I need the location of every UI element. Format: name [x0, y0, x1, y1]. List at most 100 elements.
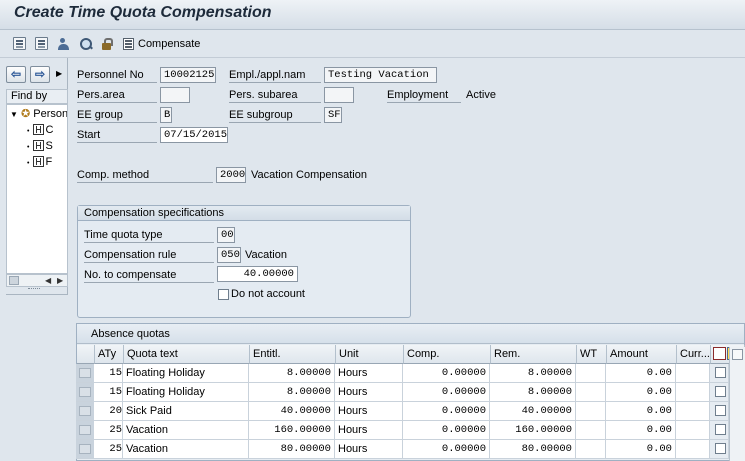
- comp-method-field[interactable]: 2000: [216, 167, 246, 183]
- row-selector-button[interactable]: [79, 444, 91, 454]
- column-header-wt[interactable]: WT: [577, 345, 607, 364]
- cell-unit[interactable]: Hours: [335, 383, 403, 402]
- row-selector[interactable]: [76, 440, 95, 459]
- menu-triangle-icon[interactable]: ▶: [56, 69, 62, 78]
- cell-unit[interactable]: Hours: [335, 440, 403, 459]
- start-date-field[interactable]: 07/15/2015: [160, 127, 228, 143]
- compensate-button[interactable]: Compensate: [123, 35, 200, 53]
- column-header-unit[interactable]: Unit: [336, 345, 404, 364]
- cell-amount[interactable]: 0.00: [606, 383, 676, 402]
- empl-name-field[interactable]: Testing Vacation: [324, 67, 437, 83]
- cell-quota-text[interactable]: Floating Holiday: [123, 383, 249, 402]
- pers-area-field[interactable]: [160, 87, 190, 103]
- cell-wt[interactable]: [576, 440, 606, 459]
- tree-horizontal-scrollbar[interactable]: ◀ ▶: [6, 274, 68, 287]
- cell-rem[interactable]: 160.00000: [490, 421, 576, 440]
- tree-node-s[interactable]: • S: [27, 139, 53, 153]
- tree-node-c[interactable]: • C: [27, 123, 53, 137]
- select-all-column[interactable]: [77, 345, 95, 364]
- cell-quota-text[interactable]: Floating Holiday: [123, 364, 249, 383]
- row-checkbox[interactable]: [715, 443, 726, 454]
- cell-rem[interactable]: 8.00000: [490, 364, 576, 383]
- cell-wt[interactable]: [576, 383, 606, 402]
- tree-node-f[interactable]: • F: [27, 155, 52, 169]
- row-selector[interactable]: [76, 402, 95, 421]
- column-header-curr[interactable]: Curr...: [677, 345, 711, 364]
- cell-curr[interactable]: [676, 402, 710, 421]
- tree-node-person[interactable]: ▼ ✪ Person: [10, 107, 67, 121]
- no-to-compensate-input[interactable]: 40.00000: [217, 266, 298, 282]
- cell-rem[interactable]: 80.00000: [490, 440, 576, 459]
- scroll-up-button[interactable]: [732, 349, 743, 360]
- person-icon[interactable]: [57, 37, 70, 50]
- row-selector-button[interactable]: [79, 406, 91, 416]
- row-checkbox[interactable]: [715, 386, 726, 397]
- time-quota-type-field[interactable]: 00: [217, 227, 235, 243]
- scroll-right-icon[interactable]: ▶: [57, 275, 63, 286]
- column-header-quota-text[interactable]: Quota text: [124, 345, 250, 364]
- cell-wt[interactable]: [576, 364, 606, 383]
- column-header-aty[interactable]: ATy: [95, 345, 124, 364]
- cell-amount[interactable]: 0.00: [606, 440, 676, 459]
- row-selector-button[interactable]: [79, 387, 91, 397]
- scroll-thumb[interactable]: [9, 276, 19, 285]
- forward-arrow-icon[interactable]: ⇨: [30, 66, 50, 83]
- scroll-left-icon[interactable]: ◀: [45, 275, 51, 286]
- cell-comp[interactable]: 0.00000: [403, 402, 490, 421]
- cell-comp[interactable]: 0.00000: [403, 383, 490, 402]
- search-icon[interactable]: [79, 37, 92, 50]
- do-not-account-checkbox[interactable]: [218, 289, 229, 300]
- row-selector[interactable]: [76, 364, 95, 383]
- row-selector[interactable]: [76, 421, 95, 440]
- cell-aty[interactable]: 15: [94, 364, 123, 383]
- cell-curr[interactable]: [676, 421, 710, 440]
- row-checkbox[interactable]: [715, 424, 726, 435]
- row-selector-button[interactable]: [79, 425, 91, 435]
- pers-subarea-field[interactable]: [324, 87, 354, 103]
- cell-comp[interactable]: 0.00000: [403, 440, 490, 459]
- cell-aty[interactable]: 15: [94, 383, 123, 402]
- table-vertical-scrollbar[interactable]: [729, 347, 745, 461]
- cell-entitl[interactable]: 80.00000: [249, 440, 335, 459]
- row-selector-button[interactable]: [79, 368, 91, 378]
- cell-entitl[interactable]: 40.00000: [249, 402, 335, 421]
- cell-entitl[interactable]: 8.00000: [249, 364, 335, 383]
- cell-curr[interactable]: [676, 440, 710, 459]
- cell-quota-text[interactable]: Vacation: [123, 421, 249, 440]
- cell-rem[interactable]: 40.00000: [490, 402, 576, 421]
- cell-aty[interactable]: 20: [94, 402, 123, 421]
- save-icon[interactable]: [13, 37, 26, 50]
- column-header-rem[interactable]: Rem.: [491, 345, 577, 364]
- form-icon[interactable]: [35, 37, 48, 50]
- unlock-icon[interactable]: [100, 37, 113, 50]
- cell-amount[interactable]: 0.00: [606, 364, 676, 383]
- cell-comp[interactable]: 0.00000: [403, 421, 490, 440]
- cell-wt[interactable]: [576, 402, 606, 421]
- ee-group-field[interactable]: B: [160, 107, 172, 123]
- row-selector[interactable]: [76, 383, 95, 402]
- personnel-no-field[interactable]: 10002125: [160, 67, 216, 83]
- column-header-entitl[interactable]: Entitl.: [250, 345, 336, 364]
- cell-rem[interactable]: 8.00000: [490, 383, 576, 402]
- row-checkbox[interactable]: [715, 367, 726, 378]
- pane-splitter[interactable]: [28, 288, 40, 291]
- cell-amount[interactable]: 0.00: [606, 421, 676, 440]
- cell-unit[interactable]: Hours: [335, 402, 403, 421]
- cell-unit[interactable]: Hours: [335, 364, 403, 383]
- cell-curr[interactable]: [676, 383, 710, 402]
- cell-comp[interactable]: 0.00000: [403, 364, 490, 383]
- column-header-comp[interactable]: Comp.: [404, 345, 491, 364]
- cell-curr[interactable]: [676, 364, 710, 383]
- cell-entitl[interactable]: 8.00000: [249, 383, 335, 402]
- cell-wt[interactable]: [576, 421, 606, 440]
- cell-aty[interactable]: 25: [94, 421, 123, 440]
- delete-column-icon[interactable]: [713, 347, 726, 360]
- back-arrow-icon[interactable]: ⇦: [6, 66, 26, 83]
- cell-amount[interactable]: 0.00: [606, 402, 676, 421]
- cell-quota-text[interactable]: Sick Paid: [123, 402, 249, 421]
- cell-quota-text[interactable]: Vacation: [123, 440, 249, 459]
- expand-icon[interactable]: ▼: [10, 110, 18, 119]
- compensation-rule-field[interactable]: 050: [217, 247, 241, 263]
- row-checkbox[interactable]: [715, 405, 726, 416]
- cell-aty[interactable]: 25: [94, 440, 123, 459]
